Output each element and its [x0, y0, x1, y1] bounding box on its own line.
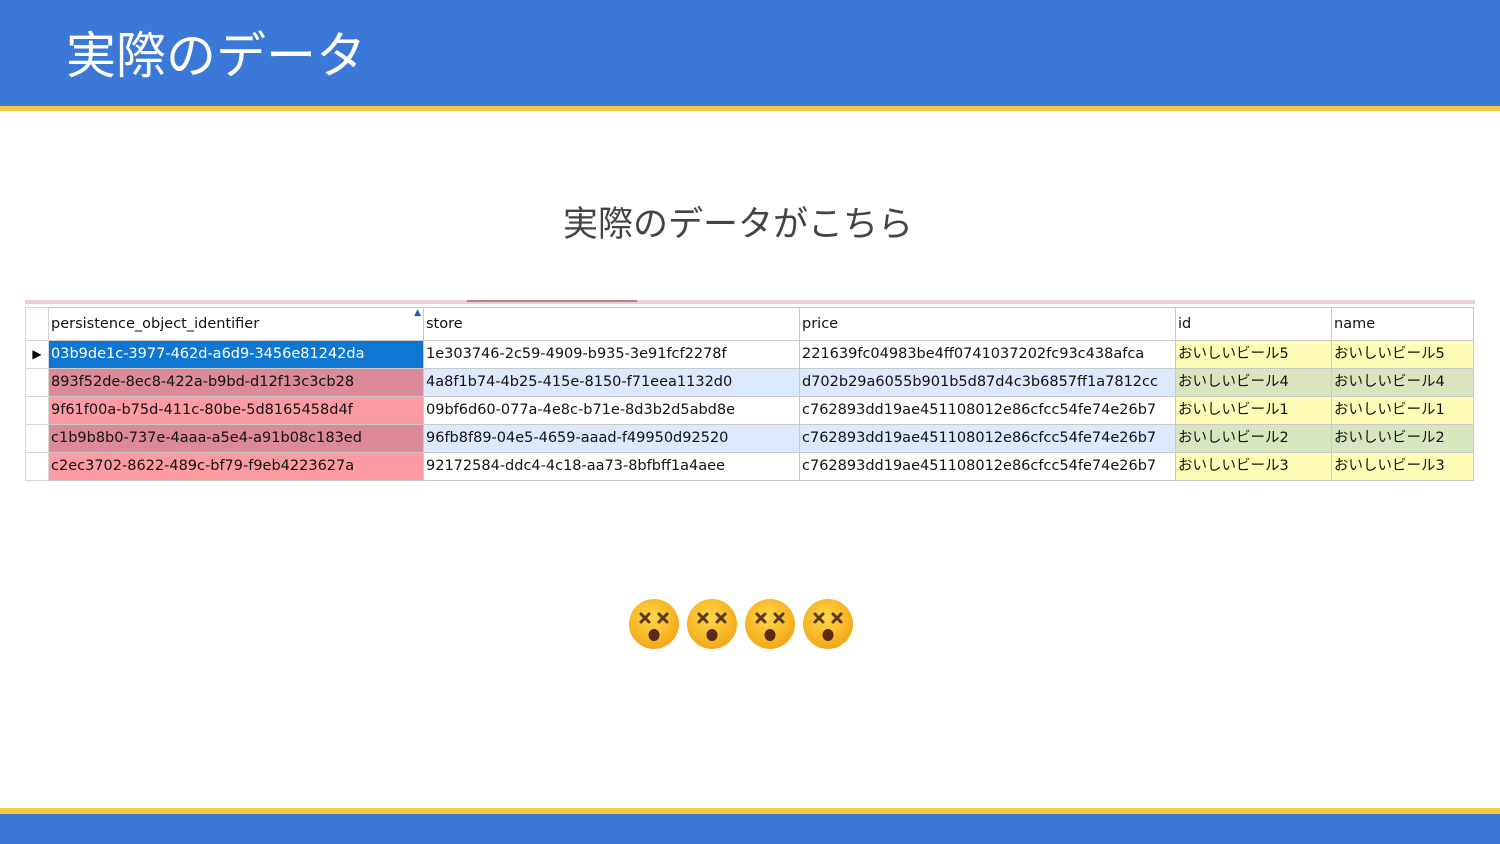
dizzy-face-icon — [687, 599, 737, 649]
grid-cell[interactable]: おいしいビール5 — [1175, 340, 1332, 369]
grid-header-row: persistence_object_identifier ▲ store pr… — [25, 307, 1474, 341]
grid-cell[interactable]: 9f61f00a-b75d-411c-80be-5d8165458d4f — [48, 396, 424, 425]
data-grid: persistence_object_identifier ▲ store pr… — [25, 300, 1475, 484]
table-row[interactable]: 9f61f00a-b75d-411c-80be-5d8165458d4f 09b… — [25, 396, 1474, 425]
slide-subtitle: 実際のデータがこちら — [562, 205, 913, 245]
grid-cell[interactable]: 4a8f1b74-4b25-415e-8150-f71eea1132d0 — [423, 368, 800, 397]
current-row-arrow-icon: ▶ — [32, 347, 42, 361]
grid-cell[interactable]: おいしいビール1 — [1331, 396, 1474, 425]
column-header-label: persistence_object_identifier — [51, 316, 260, 332]
grid-cell[interactable]: おいしいビール2 — [1175, 424, 1332, 453]
grid-cell[interactable]: d702b29a6055b901b5d87d4c3b6857ff1a7812cc — [799, 368, 1176, 397]
grid-top-border — [25, 300, 1475, 304]
grid-cell[interactable]: c762893dd19ae451108012e86cfcc54fe74e26b7 — [799, 424, 1176, 453]
grid-cell[interactable]: 96fb8f89-04e5-4659-aaad-f49950d92520 — [423, 424, 800, 453]
column-header-label: store — [426, 316, 463, 332]
column-header-store[interactable]: store — [423, 307, 800, 341]
grid-corner-cell[interactable] — [25, 307, 49, 341]
row-selector[interactable] — [25, 368, 49, 397]
column-header-name[interactable]: name — [1331, 307, 1474, 341]
grid-cell[interactable]: おいしいビール5 — [1331, 340, 1474, 369]
table-row[interactable]: ▶ 03b9de1c-3977-462d-a6d9-3456e81242da 1… — [25, 340, 1474, 369]
grid-cell[interactable]: c2ec3702-8622-489c-bf79-f9eb4223627a — [48, 452, 424, 481]
table-row[interactable]: c1b9b8b0-737e-4aaa-a5e4-a91b08c183ed 96f… — [25, 424, 1474, 453]
column-header-label: id — [1178, 316, 1192, 332]
grid-cell[interactable]: おいしいビール2 — [1331, 424, 1474, 453]
grid-cell[interactable]: 893f52de-8ec8-422a-b9bd-d12f13c3cb28 — [48, 368, 424, 397]
header-accent-stripe — [0, 106, 1500, 111]
grid-cell[interactable]: おいしいビール1 — [1175, 396, 1332, 425]
column-header-price[interactable]: price — [799, 307, 1176, 341]
column-header-label: price — [802, 316, 839, 332]
grid-cell[interactable]: 221639fc04983be4ff0741037202fc93c438afca — [799, 340, 1176, 369]
dizzy-face-icon — [629, 599, 679, 649]
grid-cell[interactable]: 03b9de1c-3977-462d-a6d9-3456e81242da — [48, 340, 424, 369]
row-selector[interactable] — [25, 396, 49, 425]
grid-cell[interactable]: 1e303746-2c59-4909-b935-3e91fcf2278f — [423, 340, 800, 369]
column-header-persistence-object-identifier[interactable]: persistence_object_identifier ▲ — [48, 307, 424, 341]
grid-cell[interactable]: おいしいビール3 — [1331, 452, 1474, 481]
grid-cell[interactable]: おいしいビール3 — [1175, 452, 1332, 481]
grid-top-border-segment — [467, 300, 637, 302]
slide-title: 実際のデータ — [66, 27, 366, 85]
grid-cell[interactable]: おいしいビール4 — [1175, 368, 1332, 397]
grid-cell[interactable]: おいしいビール4 — [1331, 368, 1474, 397]
row-selector[interactable] — [25, 452, 49, 481]
grid-cell[interactable]: c762893dd19ae451108012e86cfcc54fe74e26b7 — [799, 452, 1176, 481]
column-header-id[interactable]: id — [1175, 307, 1332, 341]
slide-footer-bar — [0, 814, 1500, 844]
grid-cell[interactable]: 92172584-ddc4-4c18-aa73-8bfbff1a4aee — [423, 452, 800, 481]
sort-ascending-icon: ▲ — [414, 308, 421, 319]
dizzy-face-icon — [745, 599, 795, 649]
grid-cell[interactable]: c1b9b8b0-737e-4aaa-a5e4-a91b08c183ed — [48, 424, 424, 453]
row-selector[interactable] — [25, 424, 49, 453]
column-header-label: name — [1334, 316, 1376, 332]
dizzy-face-icon — [803, 599, 853, 649]
table-row[interactable]: 893f52de-8ec8-422a-b9bd-d12f13c3cb28 4a8… — [25, 368, 1474, 397]
dizzy-face-group — [628, 598, 860, 652]
data-grid-table: persistence_object_identifier ▲ store pr… — [25, 307, 1474, 481]
grid-cell[interactable]: c762893dd19ae451108012e86cfcc54fe74e26b7 — [799, 396, 1176, 425]
table-row[interactable]: c2ec3702-8622-489c-bf79-f9eb4223627a 921… — [25, 452, 1474, 481]
grid-cell[interactable]: 09bf6d60-077a-4e8c-b71e-8d3b2d5abd8e — [423, 396, 800, 425]
row-selector[interactable]: ▶ — [25, 340, 49, 369]
